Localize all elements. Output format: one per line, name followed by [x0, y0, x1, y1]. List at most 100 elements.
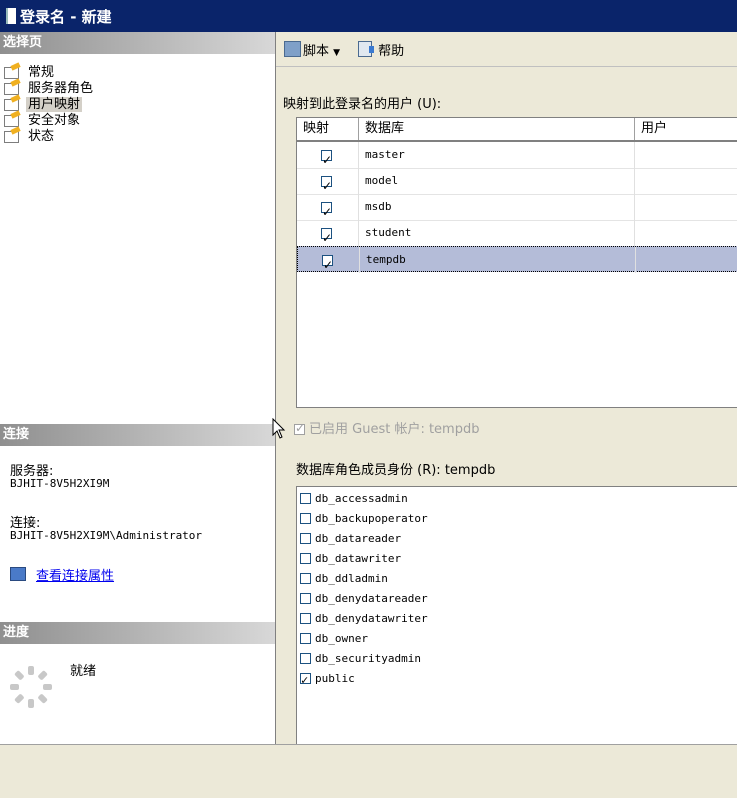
role-membership-label: 数据库角色成员身份 (R): tempdb	[296, 463, 496, 478]
role-name: db_ddladmin	[315, 572, 388, 585]
user-cell[interactable]	[635, 220, 737, 246]
role-name: public	[315, 672, 355, 685]
table-row-selected[interactable]: tempdb	[297, 246, 737, 278]
script-label: 脚本	[303, 44, 330, 59]
help-label: 帮助	[378, 44, 405, 59]
role-checkbox[interactable]	[300, 633, 311, 644]
table-row[interactable]: student	[297, 220, 737, 251]
list-item[interactable]: public	[300, 669, 355, 690]
page-label: 状态	[28, 129, 55, 144]
page-label: 常规	[28, 65, 55, 80]
map-checkbox[interactable]	[321, 173, 332, 199]
role-name: db_datareader	[315, 532, 402, 545]
left-pane: 选择页 常规 服务器角色 用户映射 安全对象 状态 连接 服务器: BJHIT-…	[0, 32, 276, 744]
connection-header: 连接	[0, 424, 275, 446]
toolbar: 脚本 ▼ 帮助	[276, 32, 737, 67]
connection-properties-icon	[10, 567, 26, 581]
role-name: db_owner	[315, 632, 368, 645]
view-connection-properties-link[interactable]: 查看连接属性	[36, 569, 114, 584]
title-bar: 登录名 - 新建	[0, 0, 737, 32]
connection-value: BJHIT-8V5H2XI9M\Administrator	[10, 529, 203, 542]
map-checkbox[interactable]	[321, 147, 332, 173]
role-name: db_denydatawriter	[315, 612, 428, 625]
page-icon	[4, 112, 22, 127]
guest-enabled-checkbox	[294, 421, 305, 435]
database-cell: tempdb	[360, 247, 636, 273]
page-user-mapping[interactable]: 用户映射	[4, 96, 83, 112]
user-cell[interactable]	[635, 194, 737, 220]
progress-spinner-icon	[8, 664, 54, 710]
page-general[interactable]: 常规	[4, 64, 56, 80]
role-name: db_securityadmin	[315, 652, 421, 665]
column-header-database[interactable]: 数据库	[359, 118, 635, 140]
help-icon	[358, 41, 374, 57]
page-label: 安全对象	[28, 113, 81, 128]
list-item[interactable]: db_denydatawriter	[300, 609, 428, 629]
help-button[interactable]: 帮助	[358, 41, 404, 60]
map-checkbox[interactable]	[321, 225, 332, 251]
table-row[interactable]: model	[297, 168, 737, 199]
database-cell: student	[359, 220, 635, 246]
table-row[interactable]: msdb	[297, 194, 737, 225]
user-mapping-label: 映射到此登录名的用户 (U):	[283, 97, 442, 112]
database-cell: master	[359, 142, 635, 168]
page-status[interactable]: 状态	[4, 128, 56, 144]
role-name: db_datawriter	[315, 552, 402, 565]
page-icon	[4, 80, 22, 95]
user-cell[interactable]	[635, 168, 737, 194]
guest-enabled-label: 已启用 Guest 帐户: tempdb	[309, 422, 480, 437]
list-item[interactable]: db_ddladmin	[300, 569, 388, 589]
map-checkbox[interactable]	[322, 252, 333, 278]
role-checkbox[interactable]	[300, 613, 311, 624]
list-item[interactable]: db_securityadmin	[300, 649, 421, 669]
page-icon	[4, 64, 22, 79]
database-cell: msdb	[359, 194, 635, 220]
role-checkbox[interactable]	[300, 670, 311, 690]
page-label: 用户映射	[26, 97, 83, 112]
database-cell: model	[359, 168, 635, 194]
map-checkbox[interactable]	[321, 199, 332, 225]
list-item[interactable]: db_backupoperator	[300, 509, 428, 529]
role-name: db_denydatareader	[315, 592, 428, 605]
view-properties-row: 查看连接属性	[10, 565, 114, 584]
list-item[interactable]: db_accessadmin	[300, 489, 408, 509]
list-item[interactable]: db_datawriter	[300, 549, 401, 569]
table-row[interactable]: master	[297, 142, 737, 173]
list-item[interactable]: db_owner	[300, 629, 368, 649]
role-checkbox[interactable]	[300, 513, 311, 524]
role-checkbox[interactable]	[300, 593, 311, 604]
window-title: 登录名 - 新建	[20, 8, 112, 26]
right-pane: 脚本 ▼ 帮助 映射到此登录名的用户 (U): 映射 数据库 用户 master…	[276, 32, 737, 762]
role-checkbox[interactable]	[300, 573, 311, 584]
page-icon	[4, 128, 22, 143]
grid-header: 映射 数据库 用户	[297, 118, 737, 142]
mouse-cursor-icon	[272, 418, 286, 439]
role-checkbox[interactable]	[300, 493, 311, 504]
role-membership-list: db_accessadmin db_backupoperator db_data…	[296, 486, 737, 762]
list-item[interactable]: db_denydatareader	[300, 589, 428, 609]
select-page-header: 选择页	[0, 32, 275, 54]
role-checkbox[interactable]	[300, 553, 311, 564]
page-label: 服务器角色	[28, 81, 94, 96]
user-cell[interactable]	[635, 142, 737, 168]
column-header-map[interactable]: 映射	[297, 118, 359, 140]
page-icon	[4, 96, 22, 111]
role-checkbox[interactable]	[300, 653, 311, 664]
role-checkbox[interactable]	[300, 533, 311, 544]
page-securables[interactable]: 安全对象	[4, 112, 82, 128]
user-mapping-grid: 映射 数据库 用户 master model msdb student temp…	[296, 117, 737, 408]
role-name: db_backupoperator	[315, 512, 428, 525]
progress-area: 就绪	[0, 622, 275, 742]
script-icon	[284, 41, 301, 57]
column-header-user[interactable]: 用户	[635, 118, 737, 140]
guest-account-row: 已启用 Guest 帐户: tempdb	[294, 418, 479, 437]
user-cell[interactable]	[636, 247, 737, 273]
progress-status: 就绪	[70, 664, 97, 679]
dialog-footer	[0, 744, 737, 798]
chevron-down-icon: ▼	[333, 48, 341, 58]
role-name: db_accessadmin	[315, 492, 408, 505]
script-button[interactable]: 脚本 ▼	[284, 41, 340, 61]
server-value: BJHIT-8V5H2XI9M	[10, 477, 110, 490]
list-item[interactable]: db_datareader	[300, 529, 401, 549]
window-icon	[6, 8, 16, 24]
